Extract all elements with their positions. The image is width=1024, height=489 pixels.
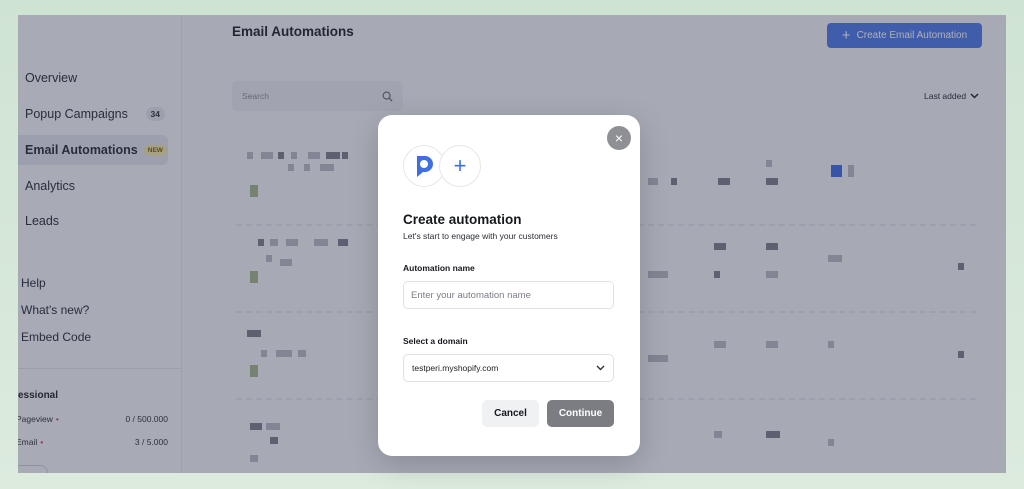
automation-name-label: Automation name (403, 263, 475, 273)
domain-value: testperi.myshopify.com (412, 363, 499, 373)
popupsmart-logo-icon (417, 156, 433, 177)
cancel-button[interactable]: Cancel (482, 400, 539, 427)
chevron-down-icon (596, 365, 605, 371)
add-icon: + (439, 145, 481, 187)
automation-name-input[interactable] (403, 281, 614, 309)
continue-button[interactable]: Continue (547, 400, 614, 427)
domain-select[interactable]: testperi.myshopify.com (403, 354, 614, 382)
dialog-title: Create automation (403, 212, 522, 227)
create-automation-dialog: + Create automation Let's start to engag… (378, 115, 640, 456)
domain-label: Select a domain (403, 336, 468, 346)
close-icon[interactable]: × (607, 126, 631, 150)
dialog-subtitle: Let's start to engage with your customer… (403, 231, 558, 241)
